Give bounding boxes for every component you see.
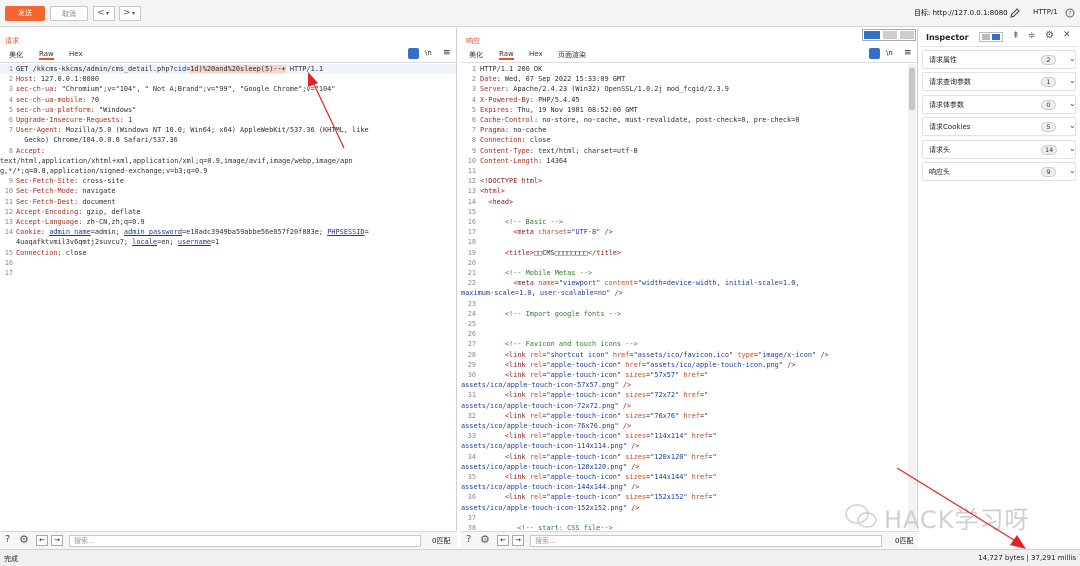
scrollbar-thumb[interactable] bbox=[909, 68, 915, 110]
arrow-left-icon[interactable]: ← bbox=[36, 535, 48, 546]
help-icon[interactable]: ? bbox=[5, 534, 10, 545]
layout-toggle[interactable] bbox=[862, 29, 916, 41]
inspector-row-query-params[interactable]: 请求查询参数 1 ⌄ bbox=[922, 72, 1076, 91]
inspector-panel: Inspector ⇞ ≑ ⚙ ✕ 请求属性 2 ⌄ 请求查询参数 1 ⌄ 请求… bbox=[920, 28, 1080, 548]
chevron-down-icon: ⌄ bbox=[1069, 166, 1076, 175]
search-input[interactable]: 搜索... bbox=[69, 535, 421, 547]
inspector-row-response-headers[interactable]: 响应头 9 ⌄ bbox=[922, 162, 1076, 181]
arrow-left-icon[interactable]: ← bbox=[497, 535, 509, 546]
inspector-layout-toggle[interactable] bbox=[979, 32, 1003, 42]
send-button[interactable]: 发送 bbox=[5, 6, 45, 21]
response-title: 响应 bbox=[466, 37, 480, 45]
tab-raw[interactable]: Raw bbox=[39, 50, 54, 60]
help-icon[interactable]: ? bbox=[1065, 8, 1075, 18]
tab-hex[interactable]: Hex bbox=[69, 50, 83, 58]
count-badge: 2 bbox=[1041, 55, 1056, 65]
target-label: 目标: http://127.0.0.1:8080 bbox=[914, 9, 1008, 17]
inspector-row-body-params[interactable]: 请求体参数 0 ⌄ bbox=[922, 95, 1076, 114]
newline-toggle[interactable]: \n bbox=[886, 49, 893, 57]
chevron-down-icon: ⌄ bbox=[1069, 99, 1076, 108]
match-count: 0匹配 bbox=[432, 537, 451, 545]
menu-icon[interactable]: ≡ bbox=[443, 48, 451, 58]
match-count: 0匹配 bbox=[895, 537, 914, 545]
help-icon[interactable]: ? bbox=[466, 534, 471, 545]
newline-toggle[interactable]: \n bbox=[425, 49, 432, 57]
request-title: 请求 bbox=[5, 37, 19, 45]
arrow-right-icon[interactable]: → bbox=[512, 535, 524, 546]
close-icon[interactable]: ✕ bbox=[1063, 30, 1071, 40]
split-horizontal-icon[interactable] bbox=[864, 31, 880, 39]
divider bbox=[0, 62, 456, 63]
request-pane: 请求 美化 Raw Hex \n ≡ 1 GET /kkcms-kkcms/adm… bbox=[0, 28, 457, 530]
count-badge: 5 bbox=[1041, 122, 1056, 132]
back-button[interactable]: < ▾ bbox=[93, 6, 115, 21]
inspector-row-request-attributes[interactable]: 请求属性 2 ⌄ bbox=[922, 50, 1076, 69]
inspector-title: Inspector bbox=[926, 33, 969, 42]
collapse-icon[interactable]: ≑ bbox=[1028, 31, 1036, 41]
top-toolbar: 发送 取消 < ▾ > ▾ 目标: http://127.0.0.1:8080 … bbox=[0, 0, 1080, 27]
search-input[interactable]: 搜索... bbox=[530, 535, 882, 547]
word-wrap-icon[interactable] bbox=[869, 48, 880, 59]
inspector-row-request-headers[interactable]: 请求头 14 ⌄ bbox=[922, 140, 1076, 159]
chevron-down-icon: ⌄ bbox=[1069, 121, 1076, 130]
response-size-timing: 14,727 bytes | 37,291 millis bbox=[978, 554, 1076, 562]
chevron-right-icon: > bbox=[123, 8, 131, 18]
scrollbar[interactable] bbox=[908, 64, 916, 530]
status-text: 完成 bbox=[4, 555, 18, 563]
request-search-bar: ? ⚙ ← → 搜索... 0匹配 bbox=[0, 531, 457, 549]
single-pane-icon[interactable] bbox=[900, 31, 914, 39]
menu-icon[interactable]: ≡ bbox=[904, 48, 912, 58]
tab-raw[interactable]: Raw bbox=[499, 50, 514, 60]
inspector-row-cookies[interactable]: 请求Cookies 5 ⌄ bbox=[922, 117, 1076, 136]
protocol-label[interactable]: HTTP/1 bbox=[1033, 8, 1058, 16]
forward-button[interactable]: > ▾ bbox=[119, 6, 141, 21]
count-badge: 1 bbox=[1041, 77, 1056, 87]
gear-icon[interactable]: ⚙ bbox=[19, 533, 29, 546]
tab-pretty[interactable]: 美化 bbox=[469, 50, 483, 60]
request-tabs: 美化 Raw Hex \n ≡ bbox=[0, 48, 456, 62]
gear-icon[interactable]: ⚙ bbox=[480, 533, 490, 546]
request-line: GET /kkcms-kkcms/admin/cms_detail.php?ci… bbox=[16, 65, 324, 73]
count-badge: 14 bbox=[1041, 145, 1058, 155]
chevron-left-icon: < bbox=[97, 8, 105, 18]
response-tabs: 美化 Raw Hex 页面渲染 \n ≡ bbox=[461, 48, 917, 62]
chevron-down-icon: ▾ bbox=[106, 10, 110, 17]
edit-target-icon[interactable] bbox=[1009, 7, 1021, 19]
cancel-button[interactable]: 取消 bbox=[50, 6, 88, 21]
tab-hex[interactable]: Hex bbox=[529, 50, 543, 58]
divider bbox=[461, 62, 917, 63]
status-bar: 完成 14,727 bytes | 37,291 millis bbox=[0, 549, 1080, 566]
chevron-down-icon: ▾ bbox=[132, 10, 136, 17]
align-icon[interactable]: ⇞ bbox=[1012, 31, 1020, 41]
chevron-down-icon: ⌄ bbox=[1069, 76, 1076, 85]
arrow-right-icon[interactable]: → bbox=[51, 535, 63, 546]
count-badge: 0 bbox=[1041, 100, 1056, 110]
tab-render[interactable]: 页面渲染 bbox=[558, 50, 586, 60]
chevron-down-icon: ⌄ bbox=[1069, 144, 1076, 153]
chevron-down-icon: ⌄ bbox=[1069, 54, 1076, 63]
count-badge: 9 bbox=[1041, 167, 1056, 177]
svg-text:?: ? bbox=[1068, 11, 1071, 18]
split-vertical-icon[interactable] bbox=[883, 31, 897, 39]
tab-pretty[interactable]: 美化 bbox=[9, 50, 23, 60]
gear-icon[interactable]: ⚙ bbox=[1045, 30, 1054, 41]
wechat-icon bbox=[845, 504, 877, 528]
word-wrap-icon[interactable] bbox=[408, 48, 419, 59]
response-pane: 响应 美化 Raw Hex 页面渲染 \n ≡ 1 HTTP/1.1 200 OK… bbox=[461, 28, 918, 530]
response-search-bar: ? ⚙ ← → 搜索... 0匹配 bbox=[461, 531, 918, 549]
